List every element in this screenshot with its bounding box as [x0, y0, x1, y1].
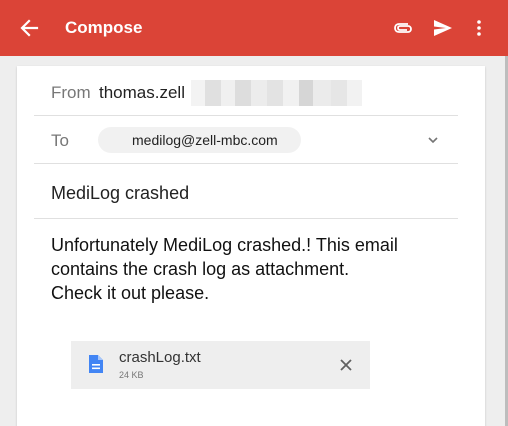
attachment-size: 24 KB [119, 370, 144, 380]
send-icon[interactable] [432, 17, 454, 39]
attachment-name: crashLog.txt [119, 349, 201, 366]
to-label: To [51, 131, 69, 150]
from-account[interactable]: thomas.zell [99, 83, 185, 103]
app-bar: Compose [0, 0, 508, 56]
close-icon[interactable] [339, 358, 353, 372]
recipient-chip[interactable]: medilog@zell-mbc.com [98, 127, 301, 153]
more-vert-icon[interactable] [474, 17, 484, 39]
divider [34, 163, 458, 164]
back-arrow-icon[interactable] [18, 17, 40, 39]
body-line: Unfortunately MediLog crashed.! This ema… [51, 235, 398, 255]
recipient-email: medilog@zell-mbc.com [132, 132, 278, 148]
divider [34, 218, 458, 219]
divider [34, 115, 458, 116]
body-line: Check it out please. [51, 283, 210, 303]
redacted-email-part [191, 80, 362, 106]
attachment-card[interactable]: crashLog.txt 24 KB [71, 341, 370, 389]
attach-icon[interactable] [392, 18, 414, 38]
document-icon [89, 355, 103, 373]
body-line: contains the crash log as attachment. [51, 259, 350, 279]
from-label: From [51, 83, 91, 102]
chevron-down-icon[interactable] [425, 132, 441, 148]
subject-field[interactable]: MediLog crashed [51, 182, 189, 204]
compose-form: From thomas.zell To medilog@zell-mbc.com… [17, 66, 485, 426]
page-title: Compose [65, 18, 143, 37]
